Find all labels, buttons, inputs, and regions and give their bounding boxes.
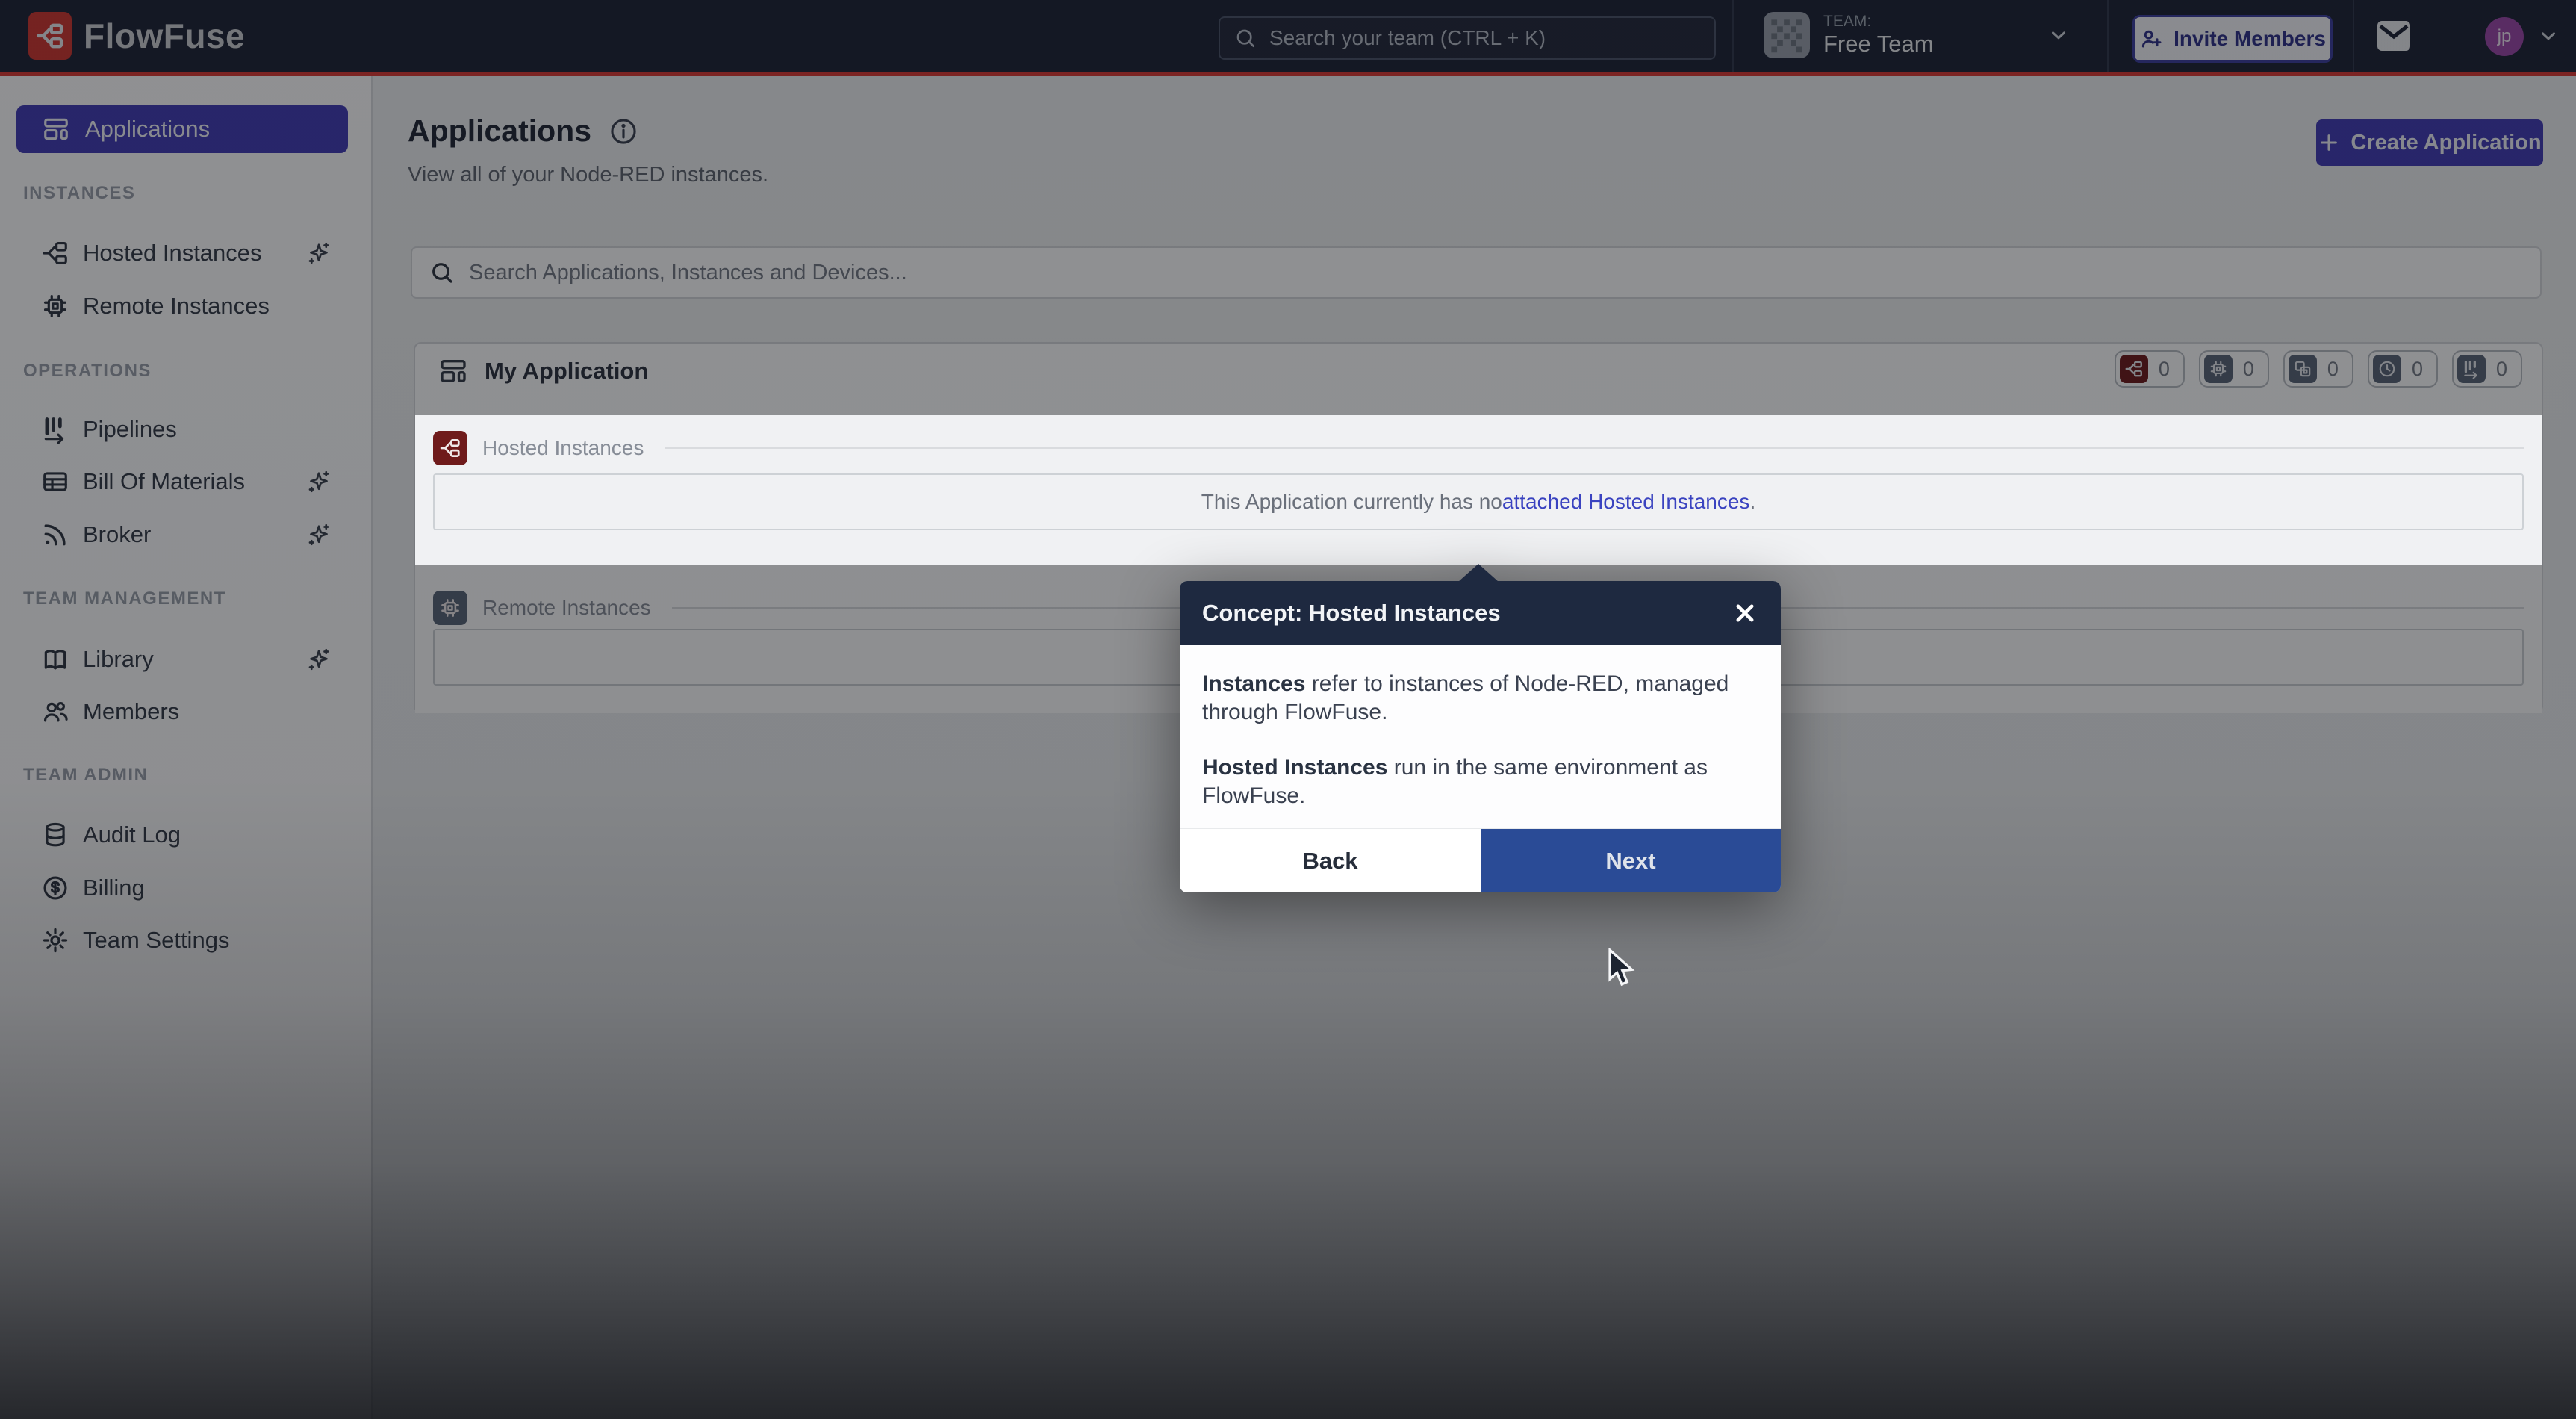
tour-paragraph: Instances refer to instances of Node-RED…	[1202, 670, 1754, 727]
chevron-down-icon[interactable]	[2047, 24, 2070, 50]
library-icon	[41, 645, 69, 674]
tour-title: Concept: Hosted Instances	[1202, 600, 1501, 627]
sidebar-section-operations: OPERATIONS	[23, 361, 152, 382]
team-name: Free Team	[1823, 31, 1934, 58]
back-button[interactable]: Back	[1180, 829, 1481, 892]
team-search-input[interactable]	[1268, 25, 1714, 51]
team-settings-icon	[41, 926, 69, 954]
application-name: My Application	[485, 358, 648, 385]
sparkle-icon[interactable]	[305, 646, 332, 673]
sidebar-section-team-admin: TEAM ADMIN	[23, 765, 148, 786]
sparkle-icon[interactable]	[305, 468, 332, 495]
brand-name: FlowFuse	[84, 16, 245, 56]
user-plus-icon	[2139, 27, 2163, 51]
applications-search-input[interactable]	[467, 260, 2540, 286]
info-icon[interactable]	[608, 116, 639, 147]
notifications-button[interactable]	[2374, 19, 2413, 52]
remote-instances-section-title: Remote Instances	[482, 596, 651, 620]
search-icon	[429, 259, 455, 286]
sidebar-item-hosted-instances[interactable]: Hosted Instances	[0, 233, 371, 273]
mail-icon	[2374, 19, 2413, 52]
members-icon	[41, 698, 69, 726]
audit-log-icon	[41, 821, 69, 849]
flowfuse-logo-icon	[28, 12, 72, 60]
sidebar-item-library[interactable]: Library	[0, 639, 371, 680]
mouse-cursor	[1607, 948, 1641, 987]
sidebar-nav: Applications INSTANCES Hosted Instances …	[0, 76, 373, 1419]
sidebar-item-members[interactable]: Members	[0, 692, 371, 732]
badge-snapshots[interactable]: 0	[2368, 350, 2438, 388]
application-icon	[438, 356, 468, 386]
badge-hosted-instances[interactable]: 0	[2115, 350, 2185, 388]
device-groups-icon	[2289, 355, 2317, 383]
invite-members-label: Invite Members	[2174, 27, 2326, 51]
pipelines-icon	[41, 415, 69, 444]
sidebar-item-bill-of-materials[interactable]: Bill Of Materials	[0, 462, 371, 502]
sidebar-item-billing[interactable]: Billing	[0, 868, 371, 908]
tour-dialog: Concept: Hosted Instances Instances refe…	[1180, 564, 1781, 892]
tour-footer: Back Next	[1180, 828, 1781, 892]
remote-instances-icon	[433, 591, 467, 625]
remote-instances-icon	[41, 292, 69, 320]
navbar-divider	[2107, 0, 2109, 72]
top-navbar: FlowFuse TEAM: Free Team Invite Members	[0, 0, 2576, 76]
tour-paragraph: Hosted Instances run in the same environ…	[1202, 754, 1754, 810]
team-avatar	[1764, 12, 1810, 58]
hosted-instances-section-title: Hosted Instances	[482, 436, 644, 460]
sparkle-icon[interactable]	[305, 240, 332, 267]
hosted-instances-section: Hosted Instances This Application curren…	[415, 415, 2542, 565]
team-label: TEAM:	[1823, 13, 1934, 31]
navbar-divider	[1732, 0, 1734, 72]
remote-instances-icon	[2204, 355, 2233, 383]
sidebar-item-remote-instances[interactable]: Remote Instances	[0, 286, 371, 326]
sidebar-item-team-settings[interactable]: Team Settings	[0, 920, 371, 960]
clock-icon	[2373, 355, 2401, 383]
team-selector[interactable]: TEAM: Free Team	[1764, 12, 1934, 58]
page-subtitle: View all of your Node-RED instances.	[408, 163, 768, 187]
bill-of-materials-icon	[41, 468, 69, 496]
page-title: Applications	[408, 114, 639, 149]
sidebar-item-broker[interactable]: Broker	[0, 515, 371, 555]
billing-icon	[41, 874, 69, 902]
sidebar-section-team-management: TEAM MANAGEMENT	[23, 589, 226, 609]
attached-hosted-instances-link[interactable]: attached Hosted Instances	[1502, 490, 1750, 514]
invite-members-button[interactable]: Invite Members	[2132, 15, 2333, 63]
user-avatar[interactable]: jp	[2485, 17, 2524, 56]
broker-icon	[41, 521, 69, 549]
applications-icon	[42, 115, 70, 143]
navbar-divider	[2353, 0, 2354, 72]
sidebar-item-applications[interactable]: Applications	[16, 105, 348, 153]
close-icon[interactable]	[1730, 598, 1760, 628]
hosted-instances-icon	[433, 431, 467, 465]
create-application-button[interactable]: Create Application	[2316, 119, 2543, 166]
applications-search[interactable]	[411, 246, 2542, 299]
badge-device-groups[interactable]: 0	[2283, 350, 2353, 388]
sidebar-item-audit-log[interactable]: Audit Log	[0, 815, 371, 855]
sidebar-item-label: Applications	[85, 116, 210, 143]
search-icon	[1233, 26, 1257, 50]
flowfuse-app: FlowFuse TEAM: Free Team Invite Members	[0, 0, 2576, 1419]
hosted-instances-icon	[2120, 355, 2148, 383]
sidebar-section-instances: INSTANCES	[23, 183, 135, 204]
section-divider	[665, 447, 2524, 449]
sparkle-icon[interactable]	[305, 521, 332, 548]
flowfuse-logo[interactable]: FlowFuse	[28, 12, 245, 60]
badge-pipelines[interactable]: 0	[2452, 350, 2522, 388]
badge-remote-instances[interactable]: 0	[2199, 350, 2269, 388]
sidebar-item-pipelines[interactable]: Pipelines	[0, 409, 371, 450]
user-menu-chevron-icon[interactable]	[2537, 25, 2560, 51]
hosted-instances-empty-state: This Application currently has no attach…	[433, 473, 2524, 530]
team-search[interactable]	[1219, 16, 1716, 60]
application-card-header[interactable]: My Application 0 0 0 0	[415, 344, 2542, 399]
plus-icon	[2318, 131, 2340, 154]
tour-body: Instances refer to instances of Node-RED…	[1180, 645, 1781, 828]
tour-arrow	[1458, 564, 1499, 582]
next-button[interactable]: Next	[1481, 829, 1781, 892]
tour-dialog-header: Concept: Hosted Instances	[1180, 581, 1781, 645]
hosted-instances-icon	[41, 239, 69, 267]
pipelines-icon	[2457, 355, 2486, 383]
application-badges: 0 0 0 0 0	[2115, 350, 2522, 388]
